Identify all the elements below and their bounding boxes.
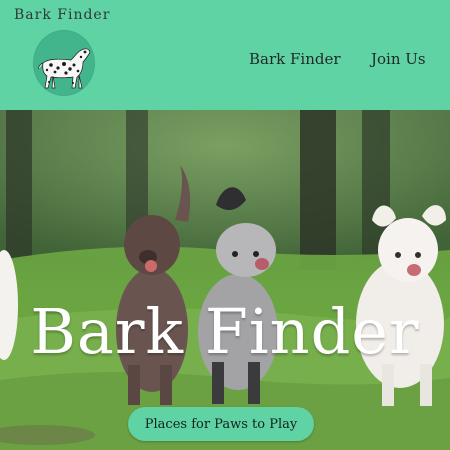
hero-title: Bark Finder <box>30 295 420 368</box>
hero-section: Bark Finder Places for Paws to Play <box>0 110 450 450</box>
nav-link-join-us[interactable]: Join Us <box>371 50 426 68</box>
site-header: Bark Finder Bark Finder Join Us <box>0 0 450 110</box>
nav-link-bark-finder[interactable]: Bark Finder <box>249 50 341 68</box>
brand-name[interactable]: Bark Finder <box>14 7 110 23</box>
hero-photo <box>0 110 450 450</box>
main-nav: Bark Finder Join Us <box>0 50 450 72</box>
places-for-paws-button[interactable]: Places for Paws to Play <box>128 407 314 441</box>
